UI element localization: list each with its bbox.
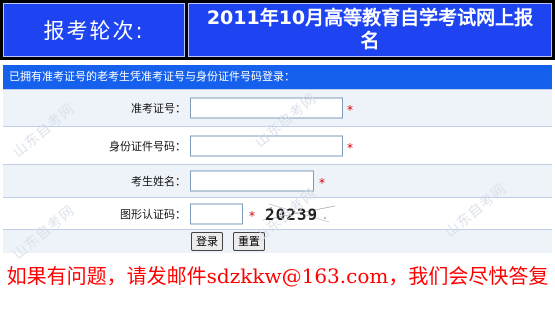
captcha-image[interactable]: 20239 [259,200,339,226]
field-row-exam-number: 准考证号： * [3,89,552,126]
page-title: 2011年10月高等教育自学考试网上报名 [188,3,552,57]
name-label: 考生姓名： [131,175,186,188]
captcha-label: 图形认证码： [120,207,186,221]
exam-number-label: 准考证号： [131,102,186,115]
required-mark: * [319,176,325,191]
id-number-input[interactable] [190,135,343,156]
reset-button[interactable]: 重置 [233,232,265,251]
name-input[interactable] [190,170,314,192]
captcha-text: 20239 [265,205,318,224]
field-row-captcha: 图形认证码： * 20239 [3,197,552,229]
contact-notice: 如果有问题，请发邮件sdzkkw@163.com，我们会尽快答复 [6,264,549,288]
field-row-name: 考生姓名： * [3,164,552,197]
button-row: 登录 重置 [3,229,552,253]
field-row-id-number: 身份证件号码： * [3,126,552,164]
captcha-input[interactable] [190,203,243,224]
required-mark: * [249,208,255,223]
id-number-label: 身份证件号码： [109,139,186,153]
form-title: 已拥有准考证号的老考生凭准考证号与身份证件号码登录： [3,65,552,89]
round-label: 报考轮次: [3,3,185,57]
login-form: 已拥有准考证号的老考生凭准考证号与身份证件号码登录： 准考证号： * 身份证件号… [3,65,552,253]
exam-number-input[interactable] [190,97,343,119]
login-button[interactable]: 登录 [191,232,223,251]
required-mark: * [347,140,353,155]
required-mark: * [347,103,353,118]
header-bar: 报考轮次: 2011年10月高等教育自学考试网上报名 [0,0,555,60]
